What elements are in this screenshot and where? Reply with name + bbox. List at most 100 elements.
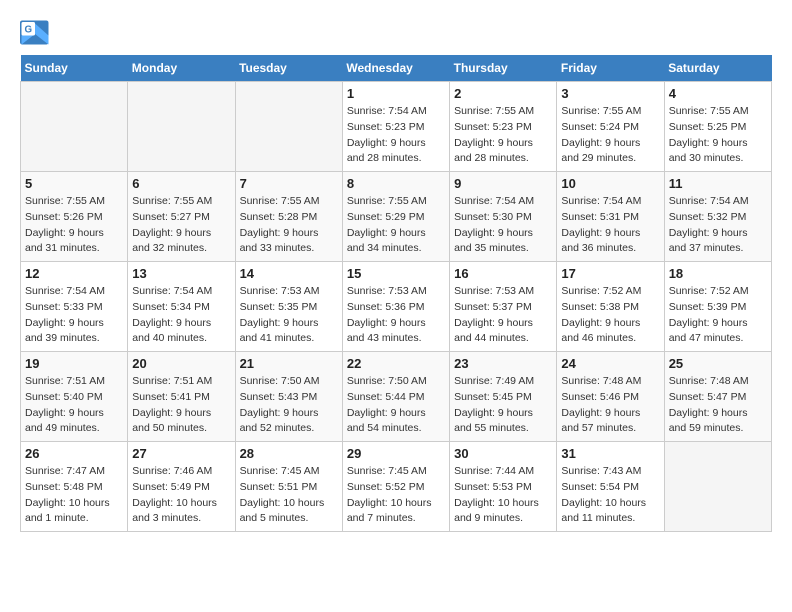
day-info: Sunrise: 7:53 AM Sunset: 5:36 PM Dayligh… <box>347 284 445 347</box>
day-info: Sunrise: 7:44 AM Sunset: 5:53 PM Dayligh… <box>454 464 552 527</box>
calendar-week-row: 26 Sunrise: 7:47 AM Sunset: 5:48 PM Dayli… <box>21 442 772 532</box>
calendar-cell: 28Sunrise: 7:45 AM Sunset: 5:51 PM Dayli… <box>235 442 342 532</box>
day-number: 13 <box>132 266 230 281</box>
day-info: Sunrise: 7:43 AM Sunset: 5:54 PM Dayligh… <box>561 464 659 527</box>
day-number: 20 <box>132 356 230 371</box>
day-number: 14 <box>240 266 338 281</box>
calendar-cell: 7 Sunrise: 7:55 AM Sunset: 5:28 PM Daylig… <box>235 172 342 262</box>
day-number: 31 <box>561 446 659 461</box>
calendar-cell: 14Sunrise: 7:53 AM Sunset: 5:35 PM Dayli… <box>235 262 342 352</box>
svg-text:G: G <box>24 25 32 36</box>
calendar-cell: 15 Sunrise: 7:53 AM Sunset: 5:36 PM Dayli… <box>342 262 449 352</box>
calendar-cell: 8 Sunrise: 7:55 AM Sunset: 5:29 PM Daylig… <box>342 172 449 262</box>
day-info: Sunrise: 7:53 AM Sunset: 5:37 PM Dayligh… <box>454 284 552 347</box>
day-number: 15 <box>347 266 445 281</box>
day-info: Sunrise: 7:51 AM Sunset: 5:40 PM Dayligh… <box>25 374 123 437</box>
day-info: Sunrise: 7:54 AM Sunset: 5:34 PM Dayligh… <box>132 284 230 347</box>
weekday-header: Tuesday <box>235 55 342 82</box>
day-info: Sunrise: 7:46 AM Sunset: 5:49 PM Dayligh… <box>132 464 230 527</box>
calendar-cell: 22Sunrise: 7:50 AM Sunset: 5:44 PM Dayli… <box>342 352 449 442</box>
day-info: Sunrise: 7:55 AM Sunset: 5:24 PM Dayligh… <box>561 104 659 167</box>
weekday-header: Friday <box>557 55 664 82</box>
calendar-cell: 24Sunrise: 7:48 AM Sunset: 5:46 PM Dayli… <box>557 352 664 442</box>
calendar-week-row: 12 Sunrise: 7:54 AM Sunset: 5:33 PM Dayli… <box>21 262 772 352</box>
calendar-cell <box>235 82 342 172</box>
day-number: 27 <box>132 446 230 461</box>
day-info: Sunrise: 7:48 AM Sunset: 5:47 PM Dayligh… <box>669 374 767 437</box>
calendar-cell <box>664 442 771 532</box>
day-number: 7 <box>240 176 338 191</box>
calendar-cell: 20 Sunrise: 7:51 AM Sunset: 5:41 PM Dayli… <box>128 352 235 442</box>
day-number: 18 <box>669 266 767 281</box>
day-info: Sunrise: 7:55 AM Sunset: 5:23 PM Dayligh… <box>454 104 552 167</box>
calendar-cell <box>128 82 235 172</box>
calendar-cell: 27 Sunrise: 7:46 AM Sunset: 5:49 PM Dayli… <box>128 442 235 532</box>
day-number: 4 <box>669 86 767 101</box>
day-number: 26 <box>25 446 123 461</box>
day-number: 21 <box>240 356 338 371</box>
calendar-cell: 19Sunrise: 7:51 AM Sunset: 5:40 PM Dayli… <box>21 352 128 442</box>
day-info: Sunrise: 7:54 AM Sunset: 5:23 PM Dayligh… <box>347 104 445 167</box>
logo: G <box>20 20 54 45</box>
calendar-cell: 12 Sunrise: 7:54 AM Sunset: 5:33 PM Dayli… <box>21 262 128 352</box>
day-number: 9 <box>454 176 552 191</box>
day-info: Sunrise: 7:49 AM Sunset: 5:45 PM Dayligh… <box>454 374 552 437</box>
calendar-cell: 26 Sunrise: 7:47 AM Sunset: 5:48 PM Dayli… <box>21 442 128 532</box>
day-info: Sunrise: 7:52 AM Sunset: 5:38 PM Dayligh… <box>561 284 659 347</box>
calendar-cell: 3 Sunrise: 7:55 AM Sunset: 5:24 PM Daylig… <box>557 82 664 172</box>
day-info: Sunrise: 7:54 AM Sunset: 5:33 PM Dayligh… <box>25 284 123 347</box>
day-info: Sunrise: 7:45 AM Sunset: 5:52 PM Dayligh… <box>347 464 445 527</box>
day-number: 28 <box>240 446 338 461</box>
day-info: Sunrise: 7:54 AM Sunset: 5:32 PM Dayligh… <box>669 194 767 257</box>
header-row: SundayMondayTuesdayWednesdayThursdayFrid… <box>21 55 772 82</box>
day-info: Sunrise: 7:52 AM Sunset: 5:39 PM Dayligh… <box>669 284 767 347</box>
calendar-cell: 10Sunrise: 7:54 AM Sunset: 5:31 PM Dayli… <box>557 172 664 262</box>
day-number: 29 <box>347 446 445 461</box>
calendar-cell: 13 Sunrise: 7:54 AM Sunset: 5:34 PM Dayli… <box>128 262 235 352</box>
day-info: Sunrise: 7:47 AM Sunset: 5:48 PM Dayligh… <box>25 464 123 527</box>
calendar-cell: 17Sunrise: 7:52 AM Sunset: 5:38 PM Dayli… <box>557 262 664 352</box>
weekday-header: Monday <box>128 55 235 82</box>
calendar-cell: 30Sunrise: 7:44 AM Sunset: 5:53 PM Dayli… <box>450 442 557 532</box>
weekday-header: Sunday <box>21 55 128 82</box>
day-number: 5 <box>25 176 123 191</box>
day-number: 2 <box>454 86 552 101</box>
day-number: 23 <box>454 356 552 371</box>
day-info: Sunrise: 7:55 AM Sunset: 5:25 PM Dayligh… <box>669 104 767 167</box>
calendar-cell <box>21 82 128 172</box>
calendar-cell: 9 Sunrise: 7:54 AM Sunset: 5:30 PM Daylig… <box>450 172 557 262</box>
calendar-cell: 23 Sunrise: 7:49 AM Sunset: 5:45 PM Dayli… <box>450 352 557 442</box>
day-number: 1 <box>347 86 445 101</box>
day-number: 6 <box>132 176 230 191</box>
day-number: 10 <box>561 176 659 191</box>
calendar-table: SundayMondayTuesdayWednesdayThursdayFrid… <box>20 55 772 532</box>
day-number: 24 <box>561 356 659 371</box>
weekday-header: Thursday <box>450 55 557 82</box>
calendar-cell: 31 Sunrise: 7:43 AM Sunset: 5:54 PM Dayli… <box>557 442 664 532</box>
day-info: Sunrise: 7:50 AM Sunset: 5:43 PM Dayligh… <box>240 374 338 437</box>
day-number: 12 <box>25 266 123 281</box>
weekday-header: Wednesday <box>342 55 449 82</box>
calendar-week-row: 1 Sunrise: 7:54 AM Sunset: 5:23 PM Daylig… <box>21 82 772 172</box>
day-number: 16 <box>454 266 552 281</box>
day-info: Sunrise: 7:55 AM Sunset: 5:29 PM Dayligh… <box>347 194 445 257</box>
day-number: 25 <box>669 356 767 371</box>
calendar-week-row: 19Sunrise: 7:51 AM Sunset: 5:40 PM Dayli… <box>21 352 772 442</box>
calendar-cell: 18 Sunrise: 7:52 AM Sunset: 5:39 PM Dayli… <box>664 262 771 352</box>
day-number: 8 <box>347 176 445 191</box>
calendar-cell: 1 Sunrise: 7:54 AM Sunset: 5:23 PM Daylig… <box>342 82 449 172</box>
day-info: Sunrise: 7:55 AM Sunset: 5:28 PM Dayligh… <box>240 194 338 257</box>
calendar-cell: 6 Sunrise: 7:55 AM Sunset: 5:27 PM Daylig… <box>128 172 235 262</box>
calendar-week-row: 5 Sunrise: 7:55 AM Sunset: 5:26 PM Daylig… <box>21 172 772 262</box>
weekday-header: Saturday <box>664 55 771 82</box>
day-number: 3 <box>561 86 659 101</box>
day-info: Sunrise: 7:55 AM Sunset: 5:27 PM Dayligh… <box>132 194 230 257</box>
day-info: Sunrise: 7:55 AM Sunset: 5:26 PM Dayligh… <box>25 194 123 257</box>
day-number: 11 <box>669 176 767 191</box>
calendar-cell: 5 Sunrise: 7:55 AM Sunset: 5:26 PM Daylig… <box>21 172 128 262</box>
day-info: Sunrise: 7:51 AM Sunset: 5:41 PM Dayligh… <box>132 374 230 437</box>
calendar-cell: 16 Sunrise: 7:53 AM Sunset: 5:37 PM Dayli… <box>450 262 557 352</box>
day-info: Sunrise: 7:54 AM Sunset: 5:30 PM Dayligh… <box>454 194 552 257</box>
calendar-cell: 11 Sunrise: 7:54 AM Sunset: 5:32 PM Dayli… <box>664 172 771 262</box>
calendar-cell: 4 Sunrise: 7:55 AM Sunset: 5:25 PM Daylig… <box>664 82 771 172</box>
